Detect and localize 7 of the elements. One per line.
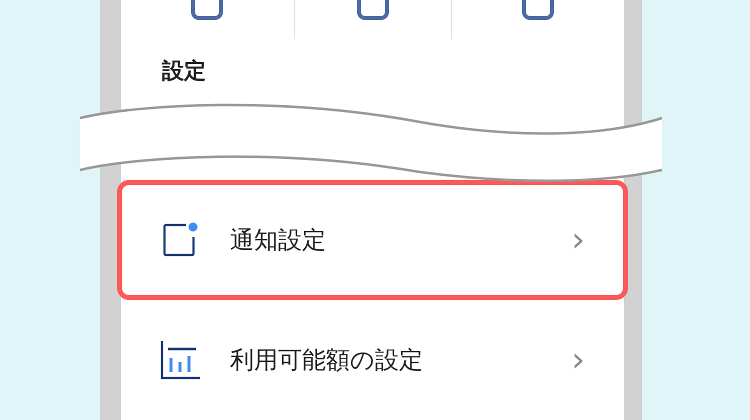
section-title: 設定 [162, 58, 207, 86]
square-dot-icon [162, 222, 198, 258]
chevron-icon: › [571, 223, 585, 257]
settings-row[interactable]: 通知設定 › [117, 180, 628, 300]
chevron-icon: › [571, 343, 585, 377]
bar-chart-icon [160, 340, 200, 380]
settings-row[interactable]: 利用可能額の設定 › [117, 300, 628, 420]
